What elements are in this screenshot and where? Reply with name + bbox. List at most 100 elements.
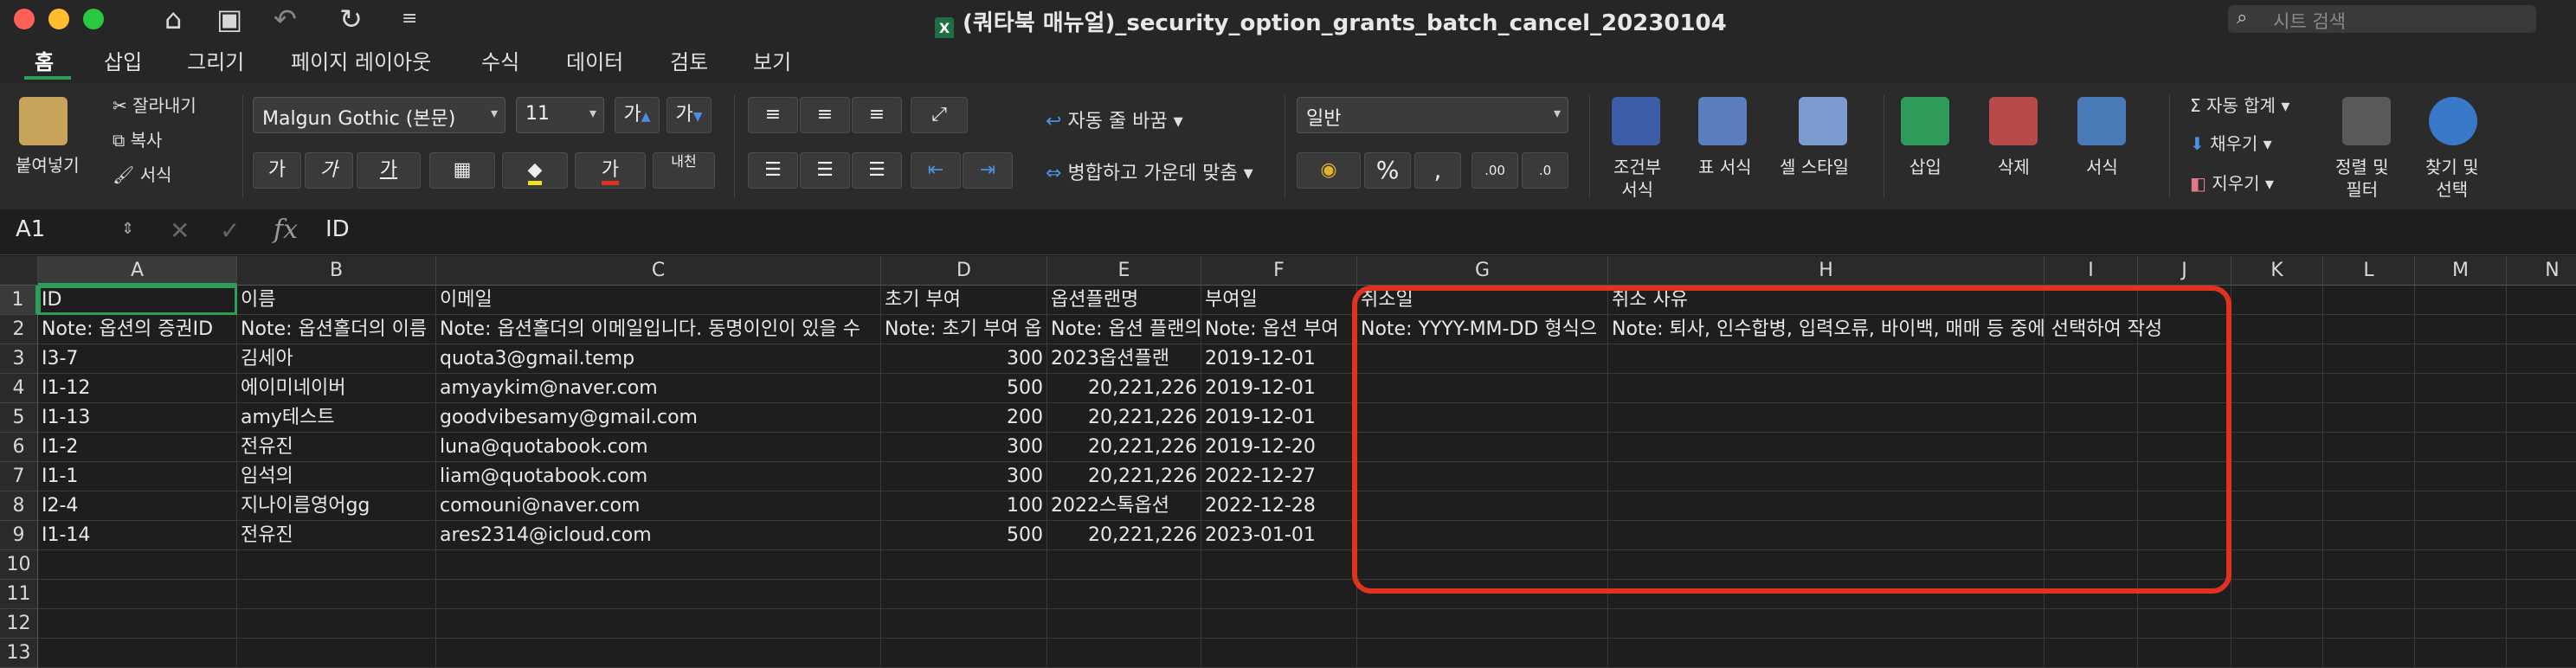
cell-a9[interactable]: I1-14 <box>38 521 237 550</box>
cell-k11[interactable] <box>2231 580 2323 609</box>
grow-font-button[interactable]: 가▲ <box>615 97 660 133</box>
align-middle-button[interactable]: ≡ <box>800 97 850 133</box>
cell-b13[interactable] <box>237 639 436 668</box>
cell-b4[interactable]: 에이미네이버 <box>237 374 436 403</box>
cell-a6[interactable]: I1-2 <box>38 433 237 462</box>
cell-f8[interactable]: 2022-12-28 <box>1201 491 1357 521</box>
cut-button[interactable]: ✂ 잘라내기 <box>113 92 196 117</box>
cell-c13[interactable] <box>436 639 881 668</box>
cell-l2[interactable] <box>2323 315 2415 344</box>
customize-toolbar-icon[interactable]: ≡ <box>402 3 417 35</box>
decrease-decimal-button[interactable]: .0 <box>1522 152 1568 189</box>
redo-icon[interactable]: ↻ <box>339 3 363 35</box>
tab-page-layout[interactable]: 페이지 레이아웃 <box>291 45 431 75</box>
cell-k4[interactable] <box>2231 374 2323 403</box>
cell-g12[interactable] <box>1357 609 1608 639</box>
paste-icon[interactable] <box>19 97 68 145</box>
cell-n1[interactable] <box>2507 286 2576 315</box>
name-box[interactable]: A1 <box>16 216 45 242</box>
increase-decimal-button[interactable]: .00 <box>1472 152 1518 189</box>
sheet-search-input[interactable]: ⌕ 시트 검색 <box>2228 5 2536 33</box>
cell-m6[interactable] <box>2415 433 2507 462</box>
cell-c1[interactable]: 이메일 <box>436 286 881 315</box>
column-header-m[interactable]: M <box>2415 256 2507 286</box>
cell-n2[interactable] <box>2507 315 2576 344</box>
cell-k13[interactable] <box>2231 639 2323 668</box>
font-size-dropdown[interactable]: 11 ▾ <box>516 97 604 133</box>
cancel-edit-icon[interactable]: ✕ <box>170 216 190 245</box>
cell-m12[interactable] <box>2415 609 2507 639</box>
cell-e4[interactable]: 20,221,226 <box>1047 374 1201 403</box>
cell-a8[interactable]: I2-4 <box>38 491 237 521</box>
cell-l8[interactable] <box>2323 491 2415 521</box>
cell-b7[interactable]: 임석의 <box>237 462 436 491</box>
cell-e10[interactable] <box>1047 550 1201 580</box>
row-header-3[interactable]: 3 <box>0 344 38 374</box>
cell-n12[interactable] <box>2507 609 2576 639</box>
cell-f13[interactable] <box>1201 639 1357 668</box>
cell-d2[interactable]: Note: 초기 부여 옵 <box>881 315 1047 344</box>
cell-e8[interactable]: 2022스톡옵션 <box>1047 491 1201 521</box>
cell-e7[interactable]: 20,221,226 <box>1047 462 1201 491</box>
row-header-9[interactable]: 9 <box>0 521 38 550</box>
cell-e9[interactable]: 20,221,226 <box>1047 521 1201 550</box>
tab-insert[interactable]: 삽입 <box>104 45 142 75</box>
cell-l3[interactable] <box>2323 344 2415 374</box>
cell-l12[interactable] <box>2323 609 2415 639</box>
confirm-edit-icon[interactable]: ✓ <box>220 216 240 245</box>
row-header-5[interactable]: 5 <box>0 403 38 433</box>
cell-e12[interactable] <box>1047 609 1201 639</box>
cell-b5[interactable]: amy테스트 <box>237 403 436 433</box>
align-bottom-button[interactable]: ≡ <box>852 97 902 133</box>
cell-k7[interactable] <box>2231 462 2323 491</box>
cell-f1[interactable]: 부여일 <box>1201 286 1357 315</box>
cell-c3[interactable]: quota3@gmail.temp <box>436 344 881 374</box>
align-top-button[interactable]: ≡ <box>748 97 798 133</box>
sort-filter-icon[interactable] <box>2342 97 2391 145</box>
cell-b8[interactable]: 지나이름영어gg <box>237 491 436 521</box>
conditional-format-icon[interactable] <box>1612 97 1660 145</box>
cell-c5[interactable]: goodvibesamy@gmail.com <box>436 403 881 433</box>
column-header-k[interactable]: K <box>2231 256 2323 286</box>
zoom-window-button[interactable] <box>83 9 104 29</box>
cell-m4[interactable] <box>2415 374 2507 403</box>
column-header-h[interactable]: H <box>1608 256 2045 286</box>
column-header-i[interactable]: I <box>2045 256 2138 286</box>
fill-button[interactable]: ⬇ 채우기 ▾ <box>2190 130 2272 155</box>
cell-k6[interactable] <box>2231 433 2323 462</box>
cell-m13[interactable] <box>2415 639 2507 668</box>
cell-b3[interactable]: 김세아 <box>237 344 436 374</box>
cell-n6[interactable] <box>2507 433 2576 462</box>
cell-k3[interactable] <box>2231 344 2323 374</box>
cell-d13[interactable] <box>881 639 1047 668</box>
cell-k5[interactable] <box>2231 403 2323 433</box>
cell-l10[interactable] <box>2323 550 2415 580</box>
cell-m9[interactable] <box>2415 521 2507 550</box>
minimize-window-button[interactable] <box>48 9 69 29</box>
cell-b9[interactable]: 전유진 <box>237 521 436 550</box>
comma-style-button[interactable]: , <box>1414 152 1461 189</box>
cell-e1[interactable]: 옵션플랜명 <box>1047 286 1201 315</box>
row-header-6[interactable]: 6 <box>0 433 38 462</box>
row-header-7[interactable]: 7 <box>0 462 38 491</box>
cell-e13[interactable] <box>1047 639 1201 668</box>
phonetic-button[interactable]: 내천 <box>653 152 715 189</box>
cell-e6[interactable]: 20,221,226 <box>1047 433 1201 462</box>
row-header-13[interactable]: 13 <box>0 639 38 668</box>
cell-l7[interactable] <box>2323 462 2415 491</box>
column-header-d[interactable]: D <box>881 256 1047 286</box>
cell-d1[interactable]: 초기 부여 <box>881 286 1047 315</box>
cell-m10[interactable] <box>2415 550 2507 580</box>
cell-f9[interactable]: 2023-01-01 <box>1201 521 1357 550</box>
tab-home[interactable]: 홈 <box>35 45 54 75</box>
cell-l11[interactable] <box>2323 580 2415 609</box>
cell-j12[interactable] <box>2138 609 2231 639</box>
font-color-button[interactable]: 가 <box>575 152 646 189</box>
cell-k12[interactable] <box>2231 609 2323 639</box>
cell-n10[interactable] <box>2507 550 2576 580</box>
cell-a13[interactable] <box>38 639 237 668</box>
tab-draw[interactable]: 그리기 <box>187 45 244 75</box>
row-header-2[interactable]: 2 <box>0 315 38 344</box>
cell-n7[interactable] <box>2507 462 2576 491</box>
number-format-dropdown[interactable]: 일반 ▾ <box>1297 97 1568 133</box>
